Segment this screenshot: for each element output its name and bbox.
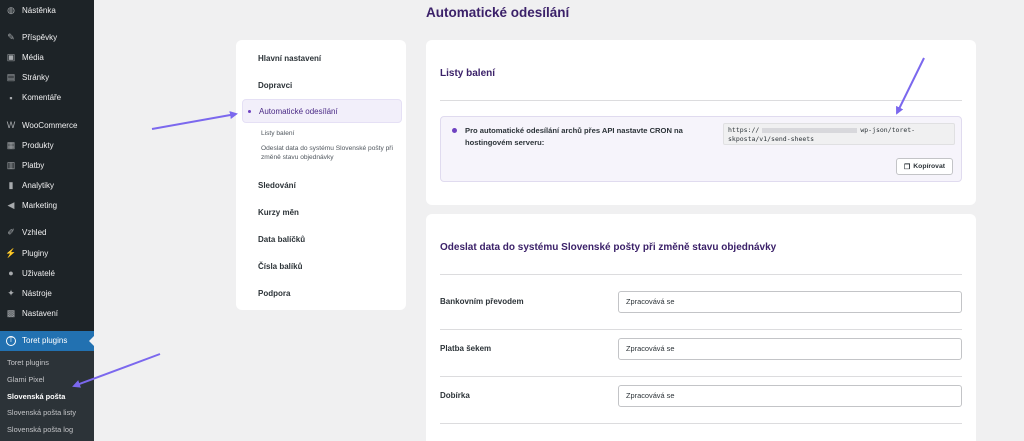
divider (440, 100, 962, 101)
wp-admin-menu: ◍ Nástěnka ✎ Příspěvky ▣ Média ▤ Stránky ▪ Koment… (0, 0, 94, 351)
settings-subnav-link[interactable]: Odeslat data do systému Slovenské pošty … (261, 144, 401, 162)
redacted-domain (762, 127, 858, 133)
order-status-row-label: Platba šekem (440, 344, 492, 353)
settings-icon: ▩ (6, 308, 16, 319)
wp-menu-item-label: Platby (22, 160, 45, 170)
wp-menu-item-label: Toret plugins (22, 336, 68, 346)
products-icon: ▦ (6, 139, 16, 150)
settings-nav-data-balicku[interactable]: Data balíčků (236, 226, 406, 253)
wp-submenu-item-slovenska-posta-log[interactable]: Slovenská pošta log (0, 422, 94, 439)
menu-separator (0, 108, 94, 115)
wp-menu-item-label: Analytiky (22, 181, 55, 191)
wp-menu-item-uzivatele[interactable]: ● Uživatelé (0, 263, 94, 283)
divider (440, 376, 962, 377)
wp-menu-item-prispevky[interactable]: ✎ Příspěvky (0, 27, 94, 47)
copy-button-label: Kopírovat (913, 163, 945, 170)
plugins-icon: ⚡ (5, 247, 17, 258)
arrow-to-nav (151, 111, 238, 130)
divider (440, 423, 962, 424)
divider (440, 329, 962, 330)
cron-info-box: Pro automatické odesílání archů přes API… (440, 116, 962, 182)
wp-admin-sidebar: ◍ Nástěnka ✎ Příspěvky ▣ Média ▤ Stránky ▪ Koment… (0, 0, 94, 441)
page-title: Automatické odesílání (426, 5, 570, 20)
woocommerce-icon: W (6, 120, 16, 131)
divider (440, 274, 962, 275)
order-status-title: Odeslat data do systému Slovenské pošty … (440, 242, 777, 253)
menu-separator (0, 216, 94, 223)
wp-menu-item-analytiky[interactable]: ▮ Analytiky (0, 176, 94, 196)
wp-menu-item-nastaveni[interactable]: ▩ Nastavení (0, 304, 94, 324)
wp-menu-item-media[interactable]: ▣ Média (0, 47, 94, 67)
info-dot-icon (452, 128, 457, 133)
menu-separator (0, 324, 94, 331)
media-icon: ▣ (6, 51, 16, 62)
toret-icon: T (6, 335, 16, 346)
wp-submenu-item-slovenska-posta[interactable]: Slovenská pošta (0, 389, 94, 406)
settings-subnav: Listy balení Odeslat data do systému Slov… (236, 129, 406, 162)
wp-menu-item-toret-plugins[interactable]: T Toret plugins (0, 330, 94, 351)
settings-nav-cisla-baliku[interactable]: Čísla balíků (236, 253, 406, 280)
copy-button[interactable]: ❐ Kopírovat (895, 158, 953, 175)
wp-menu-item-nastroje[interactable]: ✦ Nástroje (0, 283, 94, 303)
order-status-row-label: Bankovním převodem (440, 297, 524, 306)
pin-icon: ✎ (7, 31, 15, 42)
settings-nav-automaticke-odesilani[interactable]: Automatické odesílání (242, 99, 402, 123)
settings-nav-podpora[interactable]: Podpora (236, 280, 406, 307)
toret-submenu: Toret plugins Glami Pixel Slovenská pošta S… (0, 351, 94, 441)
marketing-icon: ◀ (7, 200, 15, 211)
wp-menu-item-nastenka[interactable]: ◍ Nástěnka (0, 0, 94, 20)
wp-menu-item-label: Média (22, 52, 44, 62)
wp-menu-item-stranky[interactable]: ▤ Stránky (0, 68, 94, 88)
order-status-card: Odeslat data do systému Slovenské pošty … (426, 214, 976, 441)
order-status-select[interactable]: Zpracovává se (618, 338, 962, 360)
payments-icon: ▥ (6, 159, 16, 170)
cron-instructions: Pro automatické odesílání archů přes API… (465, 126, 683, 147)
wp-menu-item-label: Nastavení (22, 309, 59, 319)
wp-menu-item-pluginy[interactable]: ⚡ Pluginy (0, 243, 94, 263)
order-status-select[interactable]: Zpracovává se (618, 291, 962, 313)
wp-menu-item-label: WooCommerce (22, 120, 78, 130)
order-status-row-label: Dobírka (440, 391, 470, 400)
wp-submenu-item-toret-plugins[interactable]: Toret plugins (0, 355, 94, 372)
cron-url-code[interactable]: https://wp-json/toret-skposta/v1/send-sh… (723, 123, 955, 145)
wp-menu-item-platby[interactable]: ▥ Platby (0, 155, 94, 175)
settings-subnav-link[interactable]: Listy balení (261, 129, 406, 138)
wp-menu-item-produkty[interactable]: ▦ Produkty (0, 135, 94, 155)
wp-menu-item-label: Nástěnka (22, 5, 56, 15)
wp-menu-item-label: Komentáře (22, 93, 62, 103)
dashboard-icon: ◍ (7, 4, 15, 15)
pages-icon: ▤ (6, 72, 16, 83)
users-icon: ● (8, 268, 14, 279)
wp-menu-item-label: Produkty (22, 140, 54, 150)
wp-submenu-item-slovenska-posta-listy[interactable]: Slovenská pošta listy (0, 405, 94, 422)
appearance-icon: ✐ (7, 227, 15, 238)
settings-nav-dopravci[interactable]: Dopravci (236, 72, 406, 99)
settings-nav-sledovani[interactable]: Sledování (236, 172, 406, 199)
wp-menu-item-label: Pluginy (22, 248, 49, 258)
wp-menu-item-label: Marketing (22, 201, 58, 211)
packing-lists-title: Listy balení (440, 68, 496, 79)
settings-nav: Hlavní nastavení Dopravci Automatické odes… (236, 40, 406, 310)
comments-icon: ▪ (9, 92, 13, 103)
copy-icon: ❐ (903, 163, 911, 171)
settings-nav-hlavni-nastaveni[interactable]: Hlavní nastavení (236, 45, 406, 72)
wp-menu-item-label: Příspěvky (22, 32, 58, 42)
wp-menu-item-label: Uživatelé (22, 268, 55, 278)
wp-menu-item-komentare[interactable]: ▪ Komentáře (0, 88, 94, 108)
wp-submenu-item-glami-pixel[interactable]: Glami Pixel (0, 372, 94, 389)
wp-menu-item-label: Vzhled (22, 228, 47, 238)
analytics-icon: ▮ (8, 180, 14, 191)
wp-menu-item-marketing[interactable]: ◀ Marketing (0, 196, 94, 216)
menu-separator (0, 20, 94, 27)
tools-icon: ✦ (7, 288, 15, 299)
wp-menu-item-vzhled[interactable]: ✐ Vzhled (0, 223, 94, 243)
settings-nav-kurzy-men[interactable]: Kurzy měn (236, 199, 406, 226)
order-status-select[interactable]: Zpracovává se (618, 385, 962, 407)
wp-menu-item-woocommerce[interactable]: W WooCommerce (0, 115, 94, 135)
packing-lists-card: Listy balení Pro automatické odesílání a… (426, 40, 976, 205)
cron-url-start: https:// (728, 126, 760, 134)
wp-menu-item-label: Stránky (22, 73, 50, 83)
wp-menu-item-label: Nástroje (22, 289, 52, 299)
